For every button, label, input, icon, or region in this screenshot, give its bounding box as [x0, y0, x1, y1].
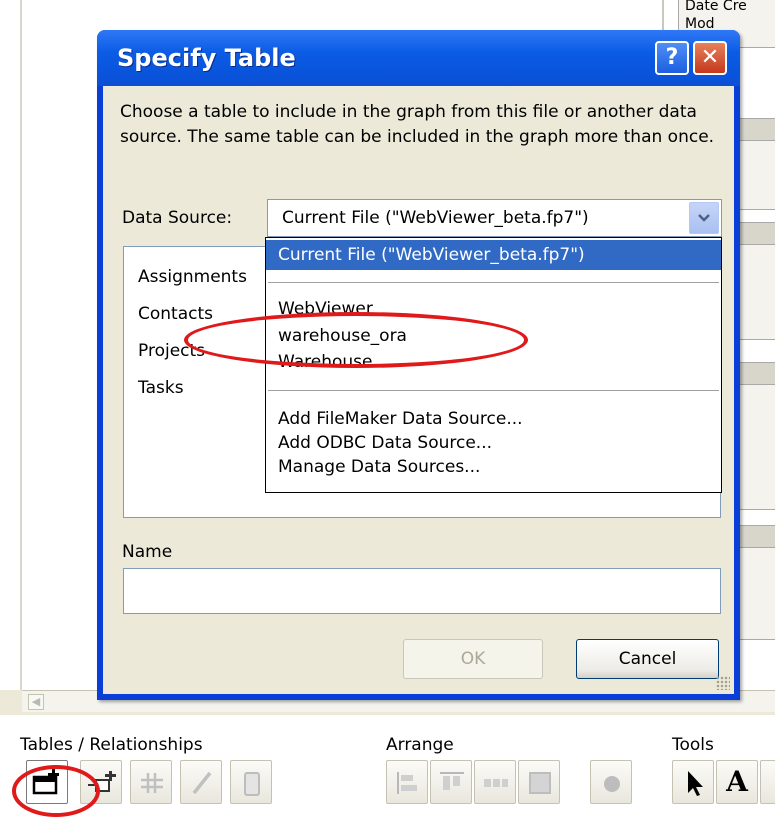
annotation-ellipse	[184, 312, 528, 368]
canvas-left-border	[20, 0, 22, 690]
dialog-body: Choose a table to include in the graph f…	[103, 86, 734, 694]
dialog-description: Choose a table to include in the graph f…	[120, 102, 715, 147]
duplicate-button[interactable]	[130, 760, 172, 804]
arrow-pointer-icon	[688, 771, 703, 796]
help-button[interactable]: ?	[655, 41, 689, 75]
scroll-left-arrow-icon[interactable]: ◀	[28, 694, 44, 710]
note-tool-button[interactable]	[760, 760, 775, 804]
dropdown-item-add-odbc[interactable]: Add ODBC Data Source...	[266, 430, 721, 456]
dropdown-arrow-button[interactable]	[689, 202, 719, 234]
data-source-label: Data Source:	[122, 208, 233, 228]
align-left-icon	[397, 772, 417, 794]
data-source-value: Current File ("WebViewer_beta.fp7")	[282, 208, 589, 228]
table-list-item[interactable]: Assignments	[138, 267, 247, 287]
table-list-item[interactable]: Contacts	[138, 304, 213, 324]
distribute-icon	[484, 779, 508, 787]
delete-button[interactable]	[230, 760, 272, 804]
ok-button[interactable]: OK	[403, 639, 543, 679]
dialog-title: Specify Table	[117, 44, 296, 72]
align-top-button[interactable]	[430, 760, 472, 804]
dropdown-separator	[268, 390, 719, 391]
distribute-button[interactable]	[474, 760, 516, 804]
toolbar-group-label: Arrange	[386, 735, 454, 755]
circle-color-icon	[604, 776, 620, 792]
toolbar-group-label: Tools	[672, 735, 714, 755]
align-top-icon	[440, 772, 464, 790]
graph-field: Date Cre	[685, 0, 747, 14]
dialog-title-bar[interactable]: Specify Table ? ✕	[97, 30, 740, 86]
pointer-tool-button[interactable]	[672, 760, 714, 804]
data-source-select[interactable]: Current File ("WebViewer_beta.fp7")	[267, 199, 722, 237]
text-tool-button[interactable]: A	[716, 760, 758, 804]
dropdown-item-current-file[interactable]: Current File ("WebViewer_beta.fp7")	[266, 240, 721, 270]
align-left-button[interactable]	[386, 760, 428, 804]
chevron-down-icon	[698, 214, 710, 222]
dropdown-item-manage-sources[interactable]: Manage Data Sources...	[266, 454, 721, 480]
annotation-ellipse	[12, 765, 100, 817]
cancel-button[interactable]: Cancel	[576, 639, 719, 679]
edit-button[interactable]	[180, 760, 222, 804]
pencil-icon	[192, 771, 212, 795]
trash-icon	[244, 772, 260, 796]
relationships-toolbar: Tables / Relationships Arrange Tools A	[0, 715, 775, 825]
dropdown-item-add-filemaker[interactable]: Add FileMaker Data Source...	[266, 406, 721, 432]
table-list-item[interactable]: Tasks	[138, 378, 184, 398]
close-button[interactable]: ✕	[693, 41, 727, 75]
duplicate-icon	[141, 773, 163, 793]
resize-button[interactable]	[518, 760, 560, 804]
color-button[interactable]	[590, 760, 632, 804]
dropdown-separator	[268, 282, 719, 283]
name-label: Name	[122, 542, 173, 562]
resize-grip-icon[interactable]	[716, 676, 730, 690]
toolbar-group-label: Tables / Relationships	[20, 735, 203, 755]
resize-icon	[529, 772, 551, 794]
name-field[interactable]	[123, 568, 721, 614]
